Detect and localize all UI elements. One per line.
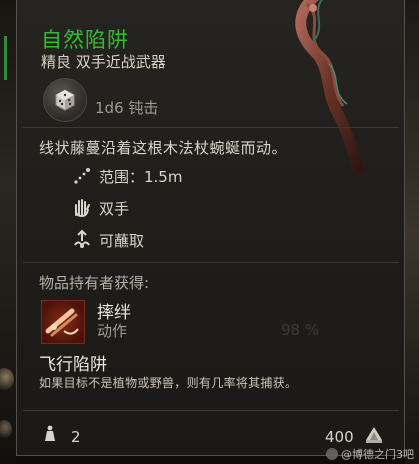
divider [23, 410, 399, 411]
passive-name: 飞行陷阱 [39, 355, 107, 375]
watermark: @博德之门3吧 [326, 446, 414, 462]
background-right-panel [405, 0, 419, 464]
damage-value: 1d6 钝击 [95, 99, 159, 117]
divider [23, 127, 399, 128]
two-hands-icon [75, 199, 90, 217]
gold-coin-icon [366, 427, 382, 443]
item-rarity-type: 精良 双手近战武器 [41, 53, 166, 71]
weight-icon [45, 425, 55, 441]
item-description: 线状藤蔓沿着这根木法杖蜿蜒而动。 [39, 139, 288, 157]
property-label: 双手 [99, 200, 130, 218]
divider [23, 262, 399, 263]
range-icon [74, 168, 90, 184]
damage-dice-icon [43, 78, 87, 122]
property-label: 可蘸取 [99, 232, 145, 250]
watermark-icon [326, 448, 338, 460]
background-left-panel [0, 0, 16, 464]
item-name: 自然陷阱 [41, 28, 129, 52]
ability-type: 动作 [97, 322, 128, 340]
background-orb [0, 368, 14, 390]
obscured-background-text: 98 % [281, 321, 320, 339]
watermark-text: @博德之门3吧 [341, 448, 414, 461]
dippable-icon [74, 229, 90, 248]
background-orb [0, 420, 12, 438]
trip-attack-icon[interactable] [41, 300, 85, 344]
passive-description: 如果目标不是植物或野兽，则有几率将其捕获。 [39, 376, 298, 390]
property-label: 范围：1.5m [99, 168, 183, 186]
item-tooltip: 自然陷阱 精良 双手近战武器 1d6 钝击 线状藤蔓沿着这根木法杖蜿蜒而动。 范… [16, 0, 405, 456]
item-price: 400 [325, 428, 354, 446]
selection-indicator [4, 36, 7, 80]
item-weight: 2 [71, 428, 81, 446]
granted-section-title: 物品持有者获得: [39, 274, 150, 292]
